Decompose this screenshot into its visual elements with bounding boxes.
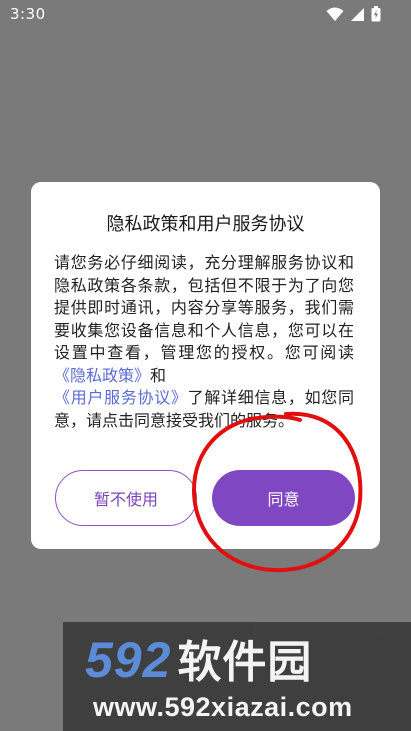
user-agreement-link[interactable]: 《用户服务协议》 <box>54 388 188 407</box>
battery-icon <box>371 6 381 22</box>
dialog-body-text: 请您务必仔细阅读，充分理解服务协议和隐私政策各条款，包括但不限于为了向您提供即时… <box>54 252 354 432</box>
status-icons <box>326 6 381 22</box>
watermark-url: www.592xiazai.com <box>93 692 353 722</box>
watermark: 592 软件园 www.592xiazai.com <box>63 622 411 731</box>
status-time: 3:30 <box>10 5 46 23</box>
decline-button[interactable]: 暂不使用 <box>55 470 197 526</box>
agree-button[interactable]: 同意 <box>212 470 355 526</box>
watermark-logo-number: 592 <box>85 632 172 688</box>
signal-icon <box>350 7 365 22</box>
wifi-icon <box>326 7 344 22</box>
watermark-logo-text: 软件园 <box>177 638 313 687</box>
status-bar: 3:30 <box>0 0 411 28</box>
privacy-policy-link[interactable]: 《隐私政策》 <box>54 366 150 385</box>
privacy-dialog: 隐私政策和用户服务协议 请您务必仔细阅读，充分理解服务协议和隐私政策各条款，包括… <box>31 182 380 549</box>
body-text-and: 和 <box>150 365 167 385</box>
watermark-logo: 592 软件园 <box>85 632 312 691</box>
dialog-title: 隐私政策和用户服务协议 <box>106 214 305 235</box>
body-text-intro: 请您务必仔细阅读，充分理解服务协议和隐私政策各条款，包括但不限于为了向您提供即时… <box>54 253 354 362</box>
